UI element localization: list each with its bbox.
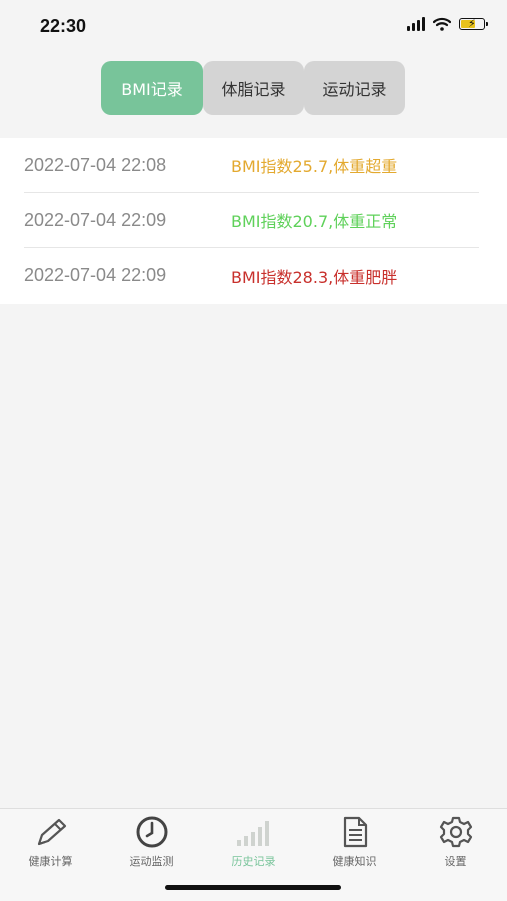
tab-label: 历史记录 [231,855,276,868]
status-bar: 22:30 ⚡ [0,0,507,52]
tab-exercise-monitor[interactable]: 运动监测 [101,815,202,869]
document-icon [343,816,367,848]
tab-label: 健康计算 [28,855,73,868]
tab-settings[interactable]: 设置 [405,815,506,869]
cellular-signal-icon [407,17,425,31]
battery-icon: ⚡ [459,17,488,30]
segment-exercise-records[interactable]: 运动记录 [304,61,405,115]
pencil-icon [37,818,66,846]
tab-health-knowledge[interactable]: 健康知识 [304,815,405,869]
segment-body-fat-records[interactable]: 体脂记录 [203,61,304,115]
list-item[interactable]: 2022-07-04 22:09 BMI指数20.7,体重正常 [24,193,479,248]
record-type-segmented-control: BMI记录 体脂记录 运动记录 [101,61,405,115]
tab-label: 健康知识 [332,855,377,868]
bmi-record-list: 2022-07-04 22:08 BMI指数25.7,体重超重 2022-07-… [0,138,507,304]
gear-icon [439,816,472,848]
status-icons: ⚡ [407,17,488,31]
tab-label: 运动监测 [129,855,174,868]
record-result: BMI指数25.7,体重超重 [231,157,398,176]
record-date: 2022-07-04 22:08 [24,154,167,175]
wifi-icon [433,17,451,31]
list-item[interactable]: 2022-07-04 22:08 BMI指数25.7,体重超重 [24,138,479,193]
status-time: 22:30 [40,16,87,36]
record-result: BMI指数20.7,体重正常 [231,212,398,231]
list-item[interactable]: 2022-07-04 22:09 BMI指数28.3,体重肥胖 [24,248,479,303]
tab-label: 设置 [444,855,467,868]
record-result: BMI指数28.3,体重肥胖 [231,267,398,287]
record-date: 2022-07-04 22:09 [24,209,167,230]
tab-health-calc[interactable]: 健康计算 [0,815,101,869]
home-indicator [165,885,341,890]
bar-chart-icon [236,821,269,846]
segment-bmi-records[interactable]: BMI记录 [101,61,203,115]
tab-history[interactable]: 历史记录 [203,815,304,869]
clock-icon [136,816,167,848]
record-date: 2022-07-04 22:09 [24,265,167,285]
